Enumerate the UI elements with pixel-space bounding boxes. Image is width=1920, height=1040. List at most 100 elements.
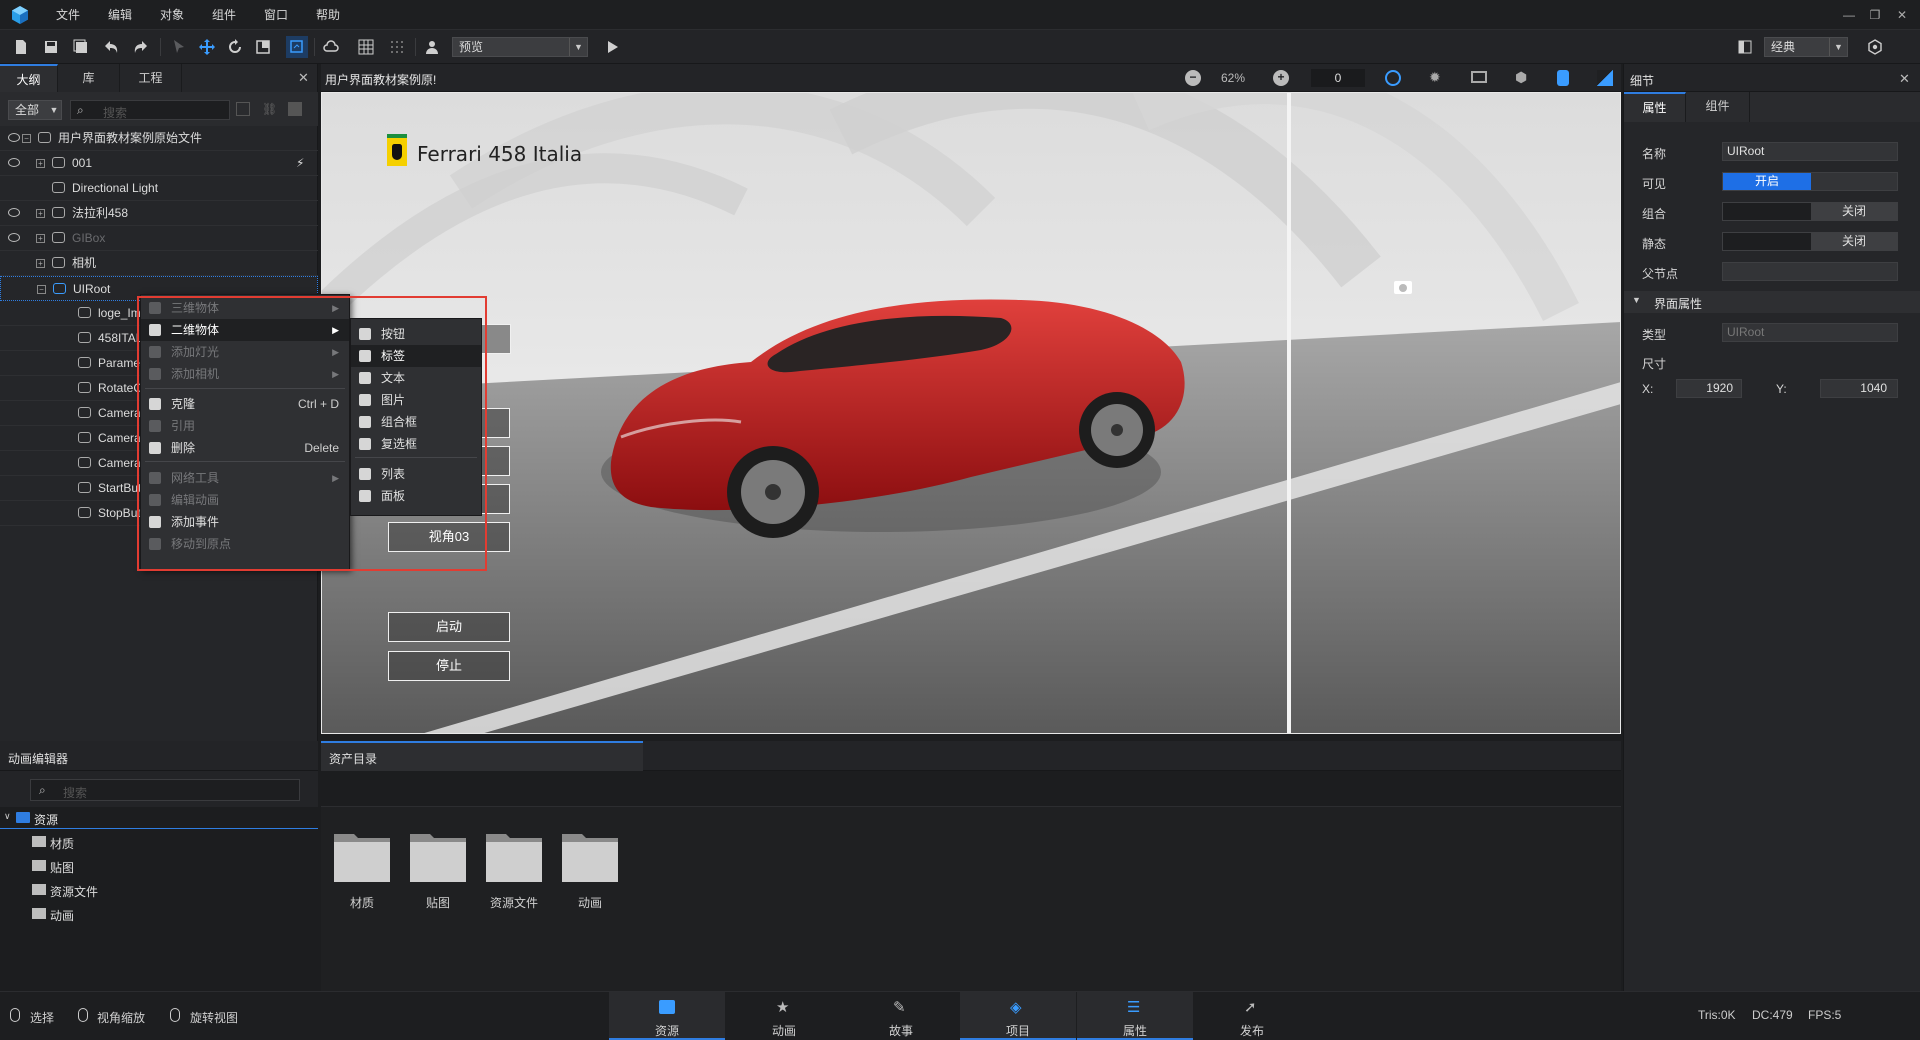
save-all-icon[interactable]: [70, 36, 92, 58]
tree-row[interactable]: − 用户界面教材案例原始文件: [0, 126, 318, 151]
folder-icon[interactable]: [408, 826, 468, 884]
tree-row[interactable]: +001 ⚡: [0, 151, 318, 176]
visibility-eye-icon[interactable]: [8, 208, 20, 217]
zoom-in-icon[interactable]: +: [1273, 70, 1289, 86]
transform-tool-icon[interactable]: [286, 36, 308, 58]
tab-properties[interactable]: 属性: [1624, 92, 1686, 122]
save-icon[interactable]: [40, 36, 62, 58]
ui-properties-section[interactable]: ▼ 界面属性: [1624, 291, 1920, 313]
new-file-icon[interactable]: [10, 36, 32, 58]
asset-folder-label[interactable]: 贴图: [400, 894, 476, 911]
aspect-icon[interactable]: [1597, 70, 1613, 86]
menu-help[interactable]: 帮助: [316, 0, 340, 30]
expand-toggle-icon[interactable]: +: [36, 159, 45, 168]
outline-search-input[interactable]: ⌕ 搜索: [70, 100, 230, 120]
close-panel-icon[interactable]: ✕: [298, 70, 309, 86]
folder-icon[interactable]: [332, 826, 392, 884]
resource-folder[interactable]: 贴图: [32, 857, 312, 877]
resource-folder[interactable]: 动画: [32, 905, 312, 925]
close-panel-icon[interactable]: ✕: [1899, 71, 1910, 87]
menu-component[interactable]: 组件: [212, 0, 236, 30]
preview-mode-select[interactable]: 预览 ▼: [452, 37, 588, 57]
camera-icon[interactable]: [1389, 276, 1419, 298]
restore-icon[interactable]: ❐: [1866, 6, 1884, 24]
tool-select-label[interactable]: 选择: [30, 1009, 54, 1026]
close-window-icon[interactable]: ✕: [1893, 6, 1911, 24]
parent-field[interactable]: [1722, 262, 1898, 281]
dot-grid-icon[interactable]: [386, 36, 408, 58]
settings-icon[interactable]: [1864, 36, 1886, 58]
name-field[interactable]: UIRoot: [1722, 142, 1898, 161]
user-preview-icon[interactable]: [421, 36, 443, 58]
menu-window[interactable]: 窗口: [264, 0, 288, 30]
size-y-field[interactable]: 1040: [1820, 379, 1898, 398]
visibility-eye-icon[interactable]: [8, 233, 20, 242]
tree-row[interactable]: + 相机: [0, 251, 318, 276]
image-icon[interactable]: [288, 102, 302, 116]
size-x-field[interactable]: 1920: [1676, 379, 1742, 398]
play-icon[interactable]: [601, 36, 623, 58]
tool-rotate-label[interactable]: 旋转视图: [190, 1009, 238, 1026]
resource-folder[interactable]: 资源文件: [32, 881, 312, 901]
expand-toggle-icon[interactable]: +: [36, 234, 45, 243]
layout-mode-select[interactable]: 经典 ▼: [1764, 37, 1848, 57]
tab-library[interactable]: 库: [58, 64, 120, 92]
tree-row[interactable]: Directional Light: [0, 176, 318, 201]
zoom-out-icon[interactable]: −: [1185, 70, 1201, 86]
tree-row[interactable]: + 法拉利458: [0, 201, 318, 226]
tree-row[interactable]: + GIBox: [0, 226, 318, 251]
resource-root[interactable]: ∨ 资源: [0, 807, 318, 829]
resource-folder[interactable]: 材质: [32, 833, 312, 853]
tab-project[interactable]: 工程: [120, 64, 182, 92]
tab-resources[interactable]: 资源: [609, 992, 725, 1040]
sync-view-icon[interactable]: [1385, 70, 1401, 86]
cloud-icon[interactable]: [320, 36, 342, 58]
expand-toggle-icon[interactable]: −: [22, 134, 31, 143]
menu-file[interactable]: 文件: [56, 0, 80, 30]
layout-icon[interactable]: [1734, 36, 1756, 58]
move-tool-icon[interactable]: [196, 36, 218, 58]
asset-folder-label[interactable]: 资源文件: [476, 894, 552, 911]
folder-icon[interactable]: [560, 826, 620, 884]
stop-button[interactable]: 停止: [388, 651, 510, 681]
static-toggle[interactable]: 关闭: [1722, 232, 1898, 251]
tab-properties[interactable]: ☰ 属性: [1077, 992, 1193, 1040]
undo-icon[interactable]: [100, 36, 122, 58]
script-icon[interactable]: ⚡: [296, 151, 304, 175]
filter-select[interactable]: 全部 ▼: [8, 100, 62, 120]
expand-toggle-icon[interactable]: −: [37, 285, 46, 294]
video-camera-icon[interactable]: [1471, 71, 1487, 83]
camera-settings-icon[interactable]: ✹: [1429, 69, 1441, 86]
group-toggle[interactable]: 关闭: [1722, 202, 1898, 221]
menu-edit[interactable]: 编辑: [108, 0, 132, 30]
scene-viewport[interactable]: Ferrari 458 Italia 视角03 启动 停止: [321, 92, 1621, 734]
grid-icon[interactable]: [355, 36, 377, 58]
device-icon[interactable]: [1557, 70, 1569, 86]
tab-animation[interactable]: ★ 动画: [726, 992, 842, 1040]
folder-icon[interactable]: [484, 826, 544, 884]
visibility-eye-icon[interactable]: [8, 158, 20, 167]
asset-folder-label[interactable]: 材质: [324, 894, 400, 911]
resource-search-input[interactable]: ⌕ 搜索: [30, 779, 300, 801]
rotate-tool-icon[interactable]: [224, 36, 246, 58]
expand-toggle-icon[interactable]: +: [36, 209, 45, 218]
visible-toggle[interactable]: 开启: [1722, 172, 1898, 191]
tab-story[interactable]: ✎ 故事: [843, 992, 959, 1040]
expand-toggle-icon[interactable]: +: [36, 259, 45, 268]
tab-asset-directory[interactable]: 资产目录: [321, 741, 643, 771]
start-button[interactable]: 启动: [388, 612, 510, 642]
zoom-value-input[interactable]: 0: [1311, 69, 1365, 87]
link-icon[interactable]: ⛓: [262, 102, 277, 116]
redo-icon[interactable]: [130, 36, 152, 58]
tab-project[interactable]: ◈ 项目: [960, 992, 1076, 1040]
cube-icon[interactable]: ⬢: [1515, 69, 1527, 86]
tool-zoom-label[interactable]: 视角缩放: [97, 1009, 145, 1026]
collapse-all-icon[interactable]: [236, 102, 250, 116]
tab-components[interactable]: 组件: [1686, 92, 1750, 122]
select-tool-icon[interactable]: [168, 36, 190, 58]
scale-tool-icon[interactable]: [252, 36, 274, 58]
tab-outline[interactable]: 大纲: [0, 64, 58, 92]
visibility-eye-icon[interactable]: [8, 133, 20, 142]
minimize-icon[interactable]: —: [1840, 6, 1858, 24]
menu-object[interactable]: 对象: [160, 0, 184, 30]
